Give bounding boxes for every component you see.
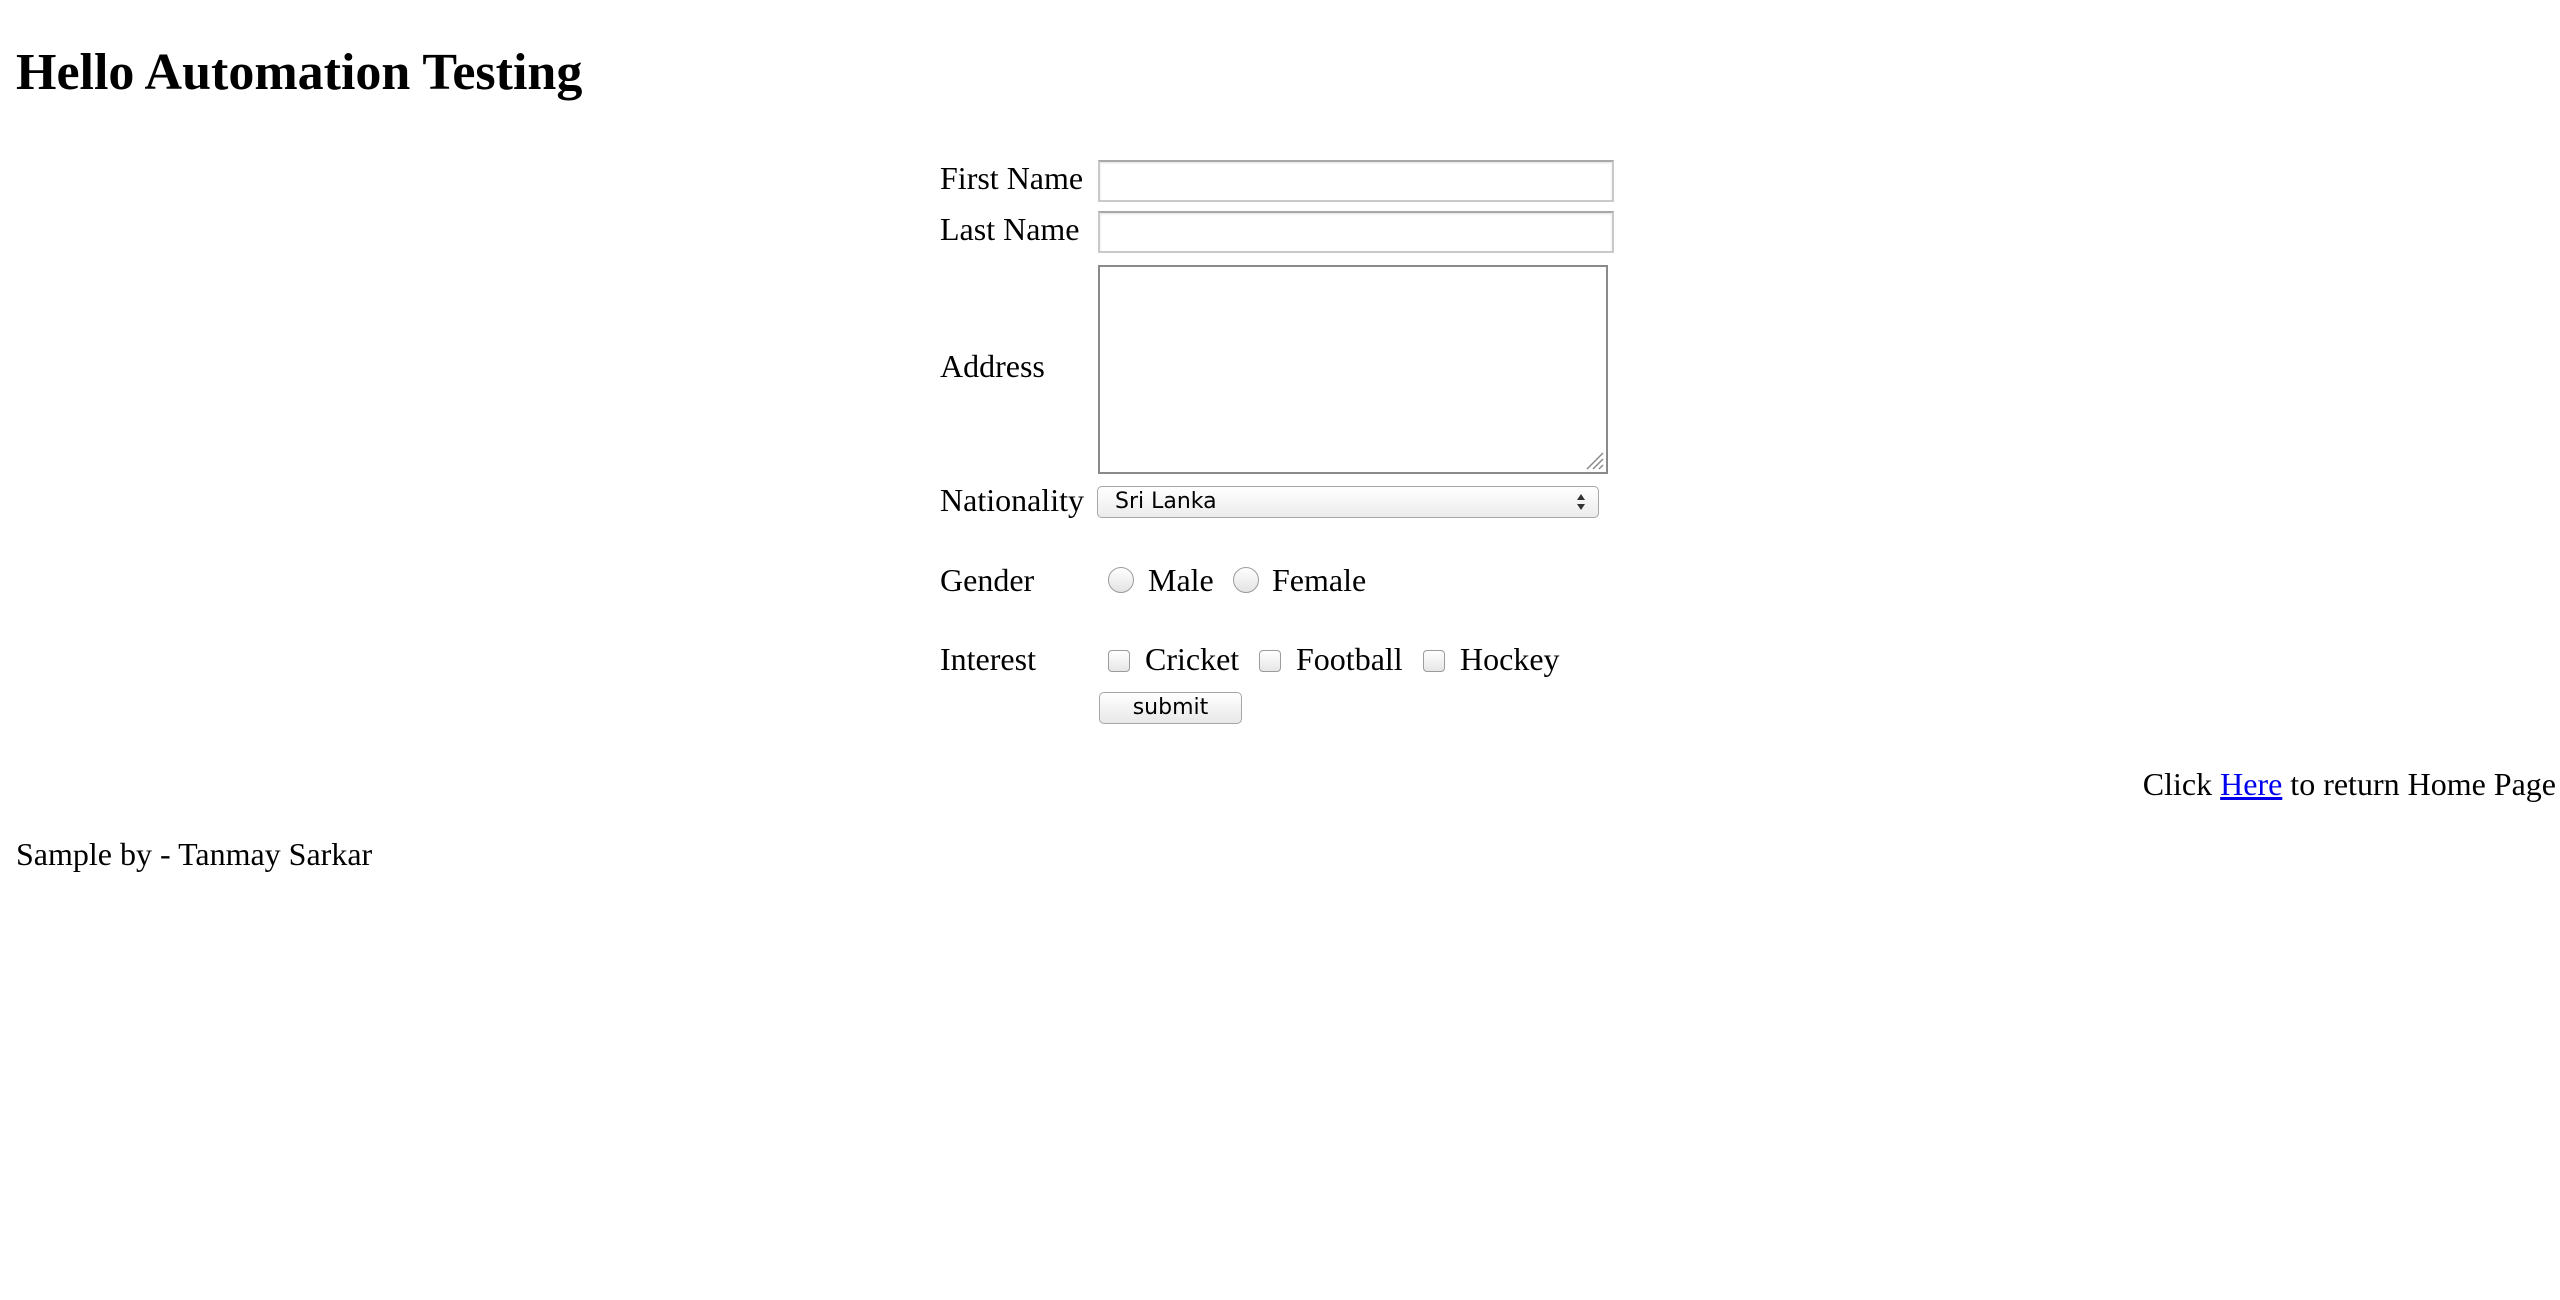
return-home-text: Click Here to return Home Page: [2143, 764, 2556, 804]
interest-football-label: Football: [1296, 641, 1403, 677]
first-name-label: First Name: [940, 160, 1084, 196]
return-suffix: to return Home Page: [2290, 766, 2556, 802]
select-arrows-icon: [1577, 494, 1585, 510]
submit-button[interactable]: submit: [1099, 692, 1242, 724]
last-name-label: Last Name: [940, 211, 1080, 247]
gender-label: Gender: [940, 562, 1035, 598]
first-name-input[interactable]: [1098, 160, 1614, 202]
home-page-link[interactable]: Here: [2220, 766, 2282, 802]
gender-female-radio[interactable]: [1233, 567, 1259, 593]
gender-male-radio[interactable]: [1108, 567, 1134, 593]
last-name-input[interactable]: [1098, 211, 1614, 253]
address-textarea[interactable]: [1098, 265, 1608, 474]
footer-credit: Sample by - Tanmay Sarkar: [16, 836, 373, 872]
page-title: Hello Automation Testing: [16, 44, 583, 101]
return-prefix: Click: [2142, 766, 2213, 802]
interest-football-checkbox[interactable]: [1259, 650, 1281, 672]
address-label: Address: [940, 348, 1045, 384]
interest-hockey-checkbox[interactable]: [1423, 650, 1445, 672]
nationality-select[interactable]: Sri Lanka: [1097, 486, 1599, 518]
nationality-label: Nationality: [940, 482, 1084, 518]
nationality-selected-value: Sri Lanka: [1115, 489, 1217, 514]
interest-label: Interest: [940, 641, 1036, 677]
resize-grip-icon[interactable]: [1584, 450, 1604, 470]
interest-cricket-label: Cricket: [1145, 641, 1240, 677]
gender-female-label: Female: [1272, 562, 1367, 598]
interest-cricket-checkbox[interactable]: [1108, 650, 1130, 672]
gender-male-label: Male: [1148, 562, 1214, 598]
interest-hockey-label: Hockey: [1460, 641, 1560, 677]
